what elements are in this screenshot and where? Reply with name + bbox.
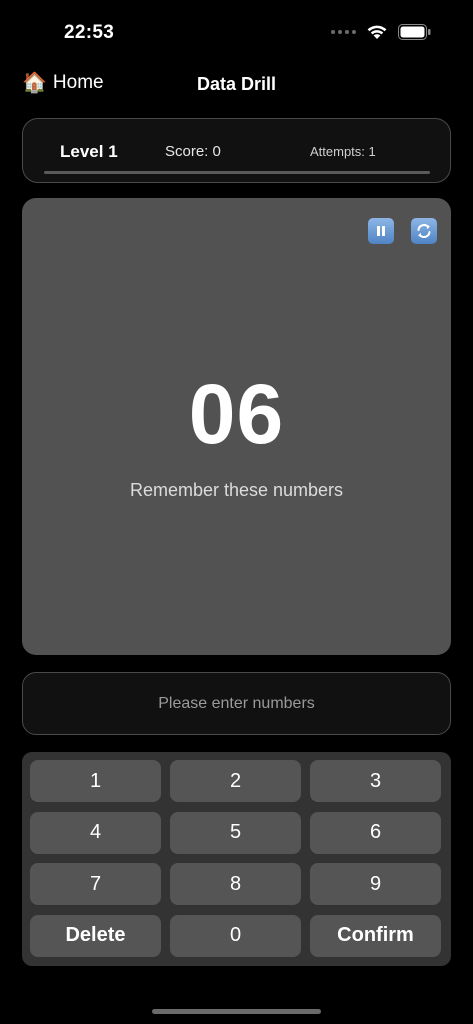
key-9[interactable]: 9 [310, 863, 441, 905]
key-8[interactable]: 8 [170, 863, 301, 905]
progress-bar [44, 171, 430, 174]
key-2[interactable]: 2 [170, 760, 301, 802]
navigation-bar: 🏠 Home Data Drill [0, 66, 473, 106]
score-label: Score: 0 [165, 143, 221, 160]
status-time: 22:53 [64, 22, 115, 43]
memory-number: 06 [188, 367, 285, 461]
pause-icon [377, 226, 385, 236]
pause-button[interactable] [368, 218, 394, 244]
key-6[interactable]: 6 [310, 811, 441, 854]
key-7[interactable]: 7 [30, 863, 161, 905]
numeric-keypad: 1 2 3 4 5 6 7 8 9 Delete 0 Confirm [22, 752, 451, 966]
number-input-field[interactable]: Please enter numbers [22, 672, 451, 735]
memory-display-card: 06 Remember these numbers [22, 198, 451, 655]
stats-panel: Level 1 Score: 0 Attempts: 1 [22, 118, 451, 183]
key-1[interactable]: 1 [30, 760, 161, 802]
level-label: Level 1 [60, 142, 118, 161]
cellular-signal-icon [331, 30, 356, 34]
instruction-text: Remember these numbers [129, 480, 344, 500]
wifi-icon [366, 24, 388, 40]
key-0[interactable]: 0 [170, 914, 301, 957]
delete-button[interactable]: Delete [30, 914, 161, 957]
refresh-icon [417, 224, 431, 238]
key-3[interactable]: 3 [310, 760, 441, 802]
key-5[interactable]: 5 [170, 811, 301, 854]
confirm-button[interactable]: Confirm [310, 914, 441, 957]
battery-icon [398, 24, 431, 40]
refresh-button[interactable] [411, 218, 437, 244]
status-bar: 22:53 [0, 0, 473, 66]
page-title: Data Drill [196, 74, 277, 94]
key-4[interactable]: 4 [30, 811, 161, 854]
home-indicator[interactable] [152, 1009, 321, 1014]
attempts-label: Attempts: 1 [310, 144, 376, 159]
status-icons [331, 24, 431, 40]
